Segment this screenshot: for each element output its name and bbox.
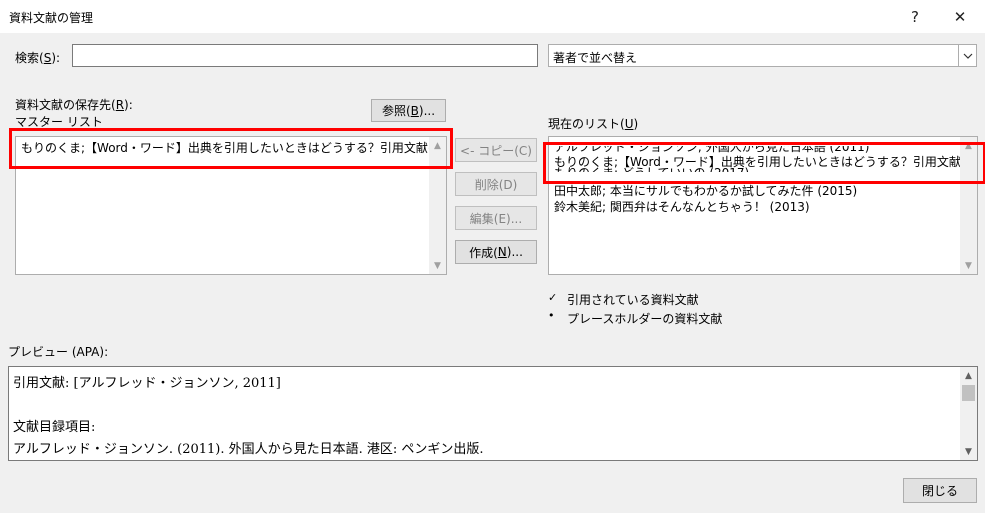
scroll-up-icon[interactable]: ▲: [960, 137, 977, 154]
master-list-item[interactable]: もりのくま;【Word・ワード】出典を引用したいときはどうする？引用文献の挿入 …: [21, 140, 446, 156]
edit-button[interactable]: 編集(E)...: [455, 206, 537, 230]
search-input[interactable]: [72, 44, 538, 67]
master-list-scrollbar[interactable]: ▲ ▼: [429, 137, 446, 274]
master-list[interactable]: もりのくま;【Word・ワード】出典を引用したいときはどうする？引用文献の挿入 …: [15, 136, 447, 275]
preview-scrollbar[interactable]: ▲ ▼: [960, 367, 977, 460]
search-label: 検索(S):: [15, 51, 61, 65]
current-list[interactable]: アルフレッド・ジョンソン; 外国人から見た日本語 (2011) もりのくま;【W…: [548, 136, 978, 275]
scroll-down-icon[interactable]: ▼: [429, 257, 446, 274]
scroll-up-icon[interactable]: ▲: [960, 367, 977, 384]
current-list-item[interactable]: もりのくま; どうしていいの (2017): [554, 165, 749, 172]
current-list-item[interactable]: アルフレッド・ジョンソン; 外国人から見た日本語 (2011): [554, 146, 869, 155]
close-window-button[interactable]: ✕: [945, 6, 975, 28]
current-list-item[interactable]: 田中太郎; 本当にサルでもわかるか試してみた件 (2015): [554, 183, 857, 199]
source-label: 資料文献の保存先(R):: [15, 98, 133, 112]
browse-button[interactable]: 参照(B)...: [371, 99, 446, 122]
chevron-down-icon[interactable]: [958, 45, 976, 66]
preview-label: プレビュー (APA):: [8, 345, 109, 359]
scroll-up-icon[interactable]: ▲: [429, 137, 446, 154]
preview-bibliography-entry: アルフレッド・ジョンソン. (2011). 外国人から見た日本語. 港区: ペン…: [13, 442, 484, 457]
create-button[interactable]: 作成(N)...: [455, 240, 537, 264]
copy-button[interactable]: <- コピー(C): [455, 138, 537, 162]
current-list-item[interactable]: 鈴木美紀; 関西弁はそんなんとちゃう！ (2013): [554, 199, 810, 215]
current-list-scrollbar[interactable]: ▲ ▼: [960, 137, 977, 274]
master-list-label: マスター リスト: [15, 115, 103, 129]
placeholder-legend-label: プレースホルダーの資料文献: [567, 312, 723, 326]
scroll-down-icon[interactable]: ▼: [960, 443, 977, 460]
bullet-icon: •: [548, 309, 555, 322]
check-icon: ✓: [548, 291, 558, 304]
current-list-label: 現在のリスト(U): [548, 117, 639, 131]
scroll-thumb[interactable]: [962, 385, 975, 401]
preview-bibliography-heading: 文献目録項目:: [13, 420, 96, 435]
close-button[interactable]: 閉じる: [903, 478, 977, 503]
preview-box[interactable]: 引用文献: [アルフレッド・ジョンソン, 2011] 文献目録項目: アルフレッ…: [8, 366, 978, 461]
preview-citation: 引用文献: [アルフレッド・ジョンソン, 2011]: [13, 376, 281, 391]
sort-select[interactable]: 著者で並べ替え: [548, 44, 977, 67]
title-bar: 資料文献の管理 ? ✕: [0, 0, 985, 33]
sort-select-value: 著者で並べ替え: [553, 51, 638, 65]
delete-button[interactable]: 削除(D): [455, 172, 537, 196]
window-title: 資料文献の管理: [9, 11, 94, 25]
cited-legend-label: 引用されている資料文献: [567, 293, 699, 307]
scroll-down-icon[interactable]: ▼: [960, 257, 977, 274]
help-button[interactable]: ?: [900, 6, 930, 28]
